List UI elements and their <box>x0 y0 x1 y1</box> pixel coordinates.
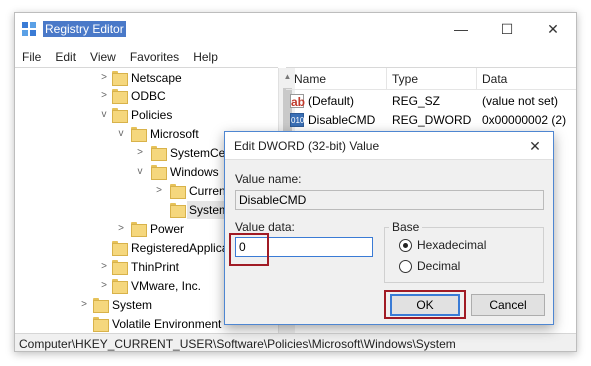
folder-icon <box>112 89 128 104</box>
list-header: Name Type Data <box>286 68 576 90</box>
folder-icon <box>112 241 128 256</box>
value-name-field: DisableCMD <box>235 190 544 210</box>
value-data-label: Value data: <box>235 220 295 234</box>
chevron-down-icon[interactable]: v <box>99 106 109 124</box>
chevron-right-icon[interactable]: > <box>154 182 164 200</box>
list-row[interactable]: 010 DisableCMD REG_DWORD 0x00000002 (2) <box>286 111 576 130</box>
minimize-button[interactable]: — <box>438 13 484 45</box>
folder-icon <box>151 146 167 161</box>
folder-icon <box>170 203 186 218</box>
dialog-title: Edit DWORD (32-bit) Value <box>234 139 380 153</box>
chevron-right-icon[interactable]: > <box>99 69 109 87</box>
tree-item-label: Windows <box>170 165 219 179</box>
string-value-icon: ab <box>290 94 306 109</box>
radio-label: Hexadecimal <box>417 238 487 252</box>
folder-icon <box>112 71 128 86</box>
window-title: Registry Editor <box>43 21 126 37</box>
menu-view[interactable]: View <box>83 47 123 67</box>
chevron-right-icon[interactable]: > <box>116 220 126 238</box>
chevron-right-icon[interactable]: > <box>79 296 89 314</box>
menu-bar: File Edit View Favorites Help <box>15 47 576 67</box>
tree-item-label: VMware, Inc. <box>131 279 202 293</box>
radio-label: Decimal <box>417 259 461 273</box>
column-data[interactable]: Data <box>482 72 507 86</box>
highlight-box-value-data <box>229 233 269 266</box>
column-type[interactable]: Type <box>392 72 418 86</box>
menu-edit[interactable]: Edit <box>48 47 83 67</box>
chevron-down-icon[interactable]: v <box>135 163 145 181</box>
maximize-button[interactable]: ☐ <box>484 13 530 45</box>
radio-selected-icon[interactable] <box>399 239 412 252</box>
cancel-button[interactable]: Cancel <box>471 294 545 316</box>
tree-item-label: Power <box>150 222 185 236</box>
chevron-right-icon[interactable]: > <box>99 87 109 105</box>
radio-decimal[interactable]: Decimal <box>399 259 529 275</box>
value-data: (value not set) <box>482 94 559 108</box>
title-bar: Registry Editor — ☐ ✕ <box>15 13 576 45</box>
value-name: (Default) <box>308 94 355 108</box>
folder-icon <box>112 108 128 123</box>
menu-file[interactable]: File <box>15 47 48 67</box>
menu-favorites[interactable]: Favorites <box>123 47 186 67</box>
tree-item-label: Policies <box>131 108 173 122</box>
tree-item-label: Microsoft <box>150 127 199 141</box>
menu-help[interactable]: Help <box>186 47 225 67</box>
column-separator[interactable] <box>386 68 387 90</box>
tree-item-label: Volatile Environment <box>112 317 222 331</box>
radio-unselected-icon[interactable] <box>399 260 412 273</box>
value-name-label: Value name: <box>235 172 302 186</box>
dword-value-icon: 010 <box>290 113 304 127</box>
chevron-down-icon[interactable]: v <box>116 125 126 143</box>
value-type: REG_DWORD <box>392 113 472 127</box>
base-label: Base <box>389 220 423 234</box>
registry-icon <box>22 22 36 36</box>
highlight-box-ok <box>384 290 466 319</box>
folder-icon <box>112 279 128 294</box>
tree-item-label: System <box>112 298 153 312</box>
value-type: REG_SZ <box>392 94 441 108</box>
chevron-right-icon[interactable]: > <box>99 258 109 276</box>
folder-icon <box>170 184 186 199</box>
folder-icon <box>112 260 128 275</box>
folder-icon <box>151 165 167 180</box>
base-groupbox: Base Hexadecimal Decimal <box>384 220 544 283</box>
chevron-right-icon[interactable]: > <box>99 277 109 295</box>
status-bar: Computer\HKEY_CURRENT_USER\Software\Poli… <box>15 333 576 351</box>
folder-icon <box>131 127 147 142</box>
folder-icon <box>131 222 147 237</box>
value-name: DisableCMD <box>308 113 376 127</box>
tree-item-label: Netscape <box>131 71 182 85</box>
folder-icon <box>93 298 109 313</box>
list-row[interactable]: ab (Default) REG_SZ (value not set) <box>286 92 576 111</box>
folder-icon <box>93 317 109 332</box>
radio-hexadecimal[interactable]: Hexadecimal <box>399 238 529 254</box>
column-name[interactable]: Name <box>294 72 326 86</box>
column-separator[interactable] <box>476 68 477 90</box>
close-button[interactable]: ✕ <box>530 13 576 45</box>
tree-item-label: ThinPrint <box>131 260 180 274</box>
dialog-title-bar: Edit DWORD (32-bit) Value ✕ <box>225 132 553 160</box>
close-icon[interactable]: ✕ <box>517 132 553 160</box>
tree-item-label: ODBC <box>131 89 166 103</box>
chevron-right-icon[interactable]: > <box>135 144 145 162</box>
value-data: 0x00000002 (2) <box>482 113 567 127</box>
